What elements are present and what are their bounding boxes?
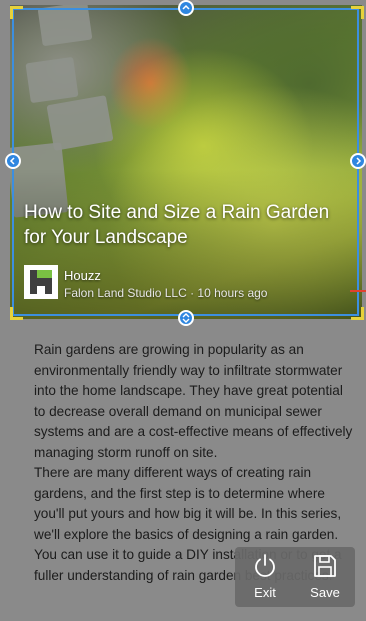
crop-corner-top-right[interactable]	[351, 6, 364, 19]
save-button[interactable]: Save	[295, 547, 355, 607]
exit-label: Exit	[254, 585, 276, 600]
exit-button[interactable]: Exit	[235, 547, 295, 607]
edge-marker	[350, 290, 366, 292]
crop-handle-right[interactable]	[350, 153, 366, 169]
floppy-disk-icon	[314, 555, 336, 577]
chevron-right-icon	[356, 157, 362, 165]
crop-corner-top-left[interactable]	[10, 6, 23, 19]
crop-selection-frame[interactable]	[12, 8, 359, 316]
power-icon	[255, 554, 275, 577]
article-paragraph: Rain gardens are growing in popularity a…	[34, 342, 353, 460]
chevron-updown-icon	[182, 313, 190, 323]
crop-corner-bottom-right[interactable]	[351, 307, 364, 320]
chevron-left-icon	[9, 157, 15, 165]
capture-action-panel: Exit Save	[235, 547, 355, 607]
crop-corner-bottom-left[interactable]	[10, 307, 23, 320]
chevron-up-icon	[182, 4, 190, 10]
save-label: Save	[310, 585, 340, 600]
crop-handle-left[interactable]	[5, 153, 21, 169]
crop-handle-bottom[interactable]	[178, 310, 194, 326]
crop-handle-top[interactable]	[178, 0, 194, 16]
